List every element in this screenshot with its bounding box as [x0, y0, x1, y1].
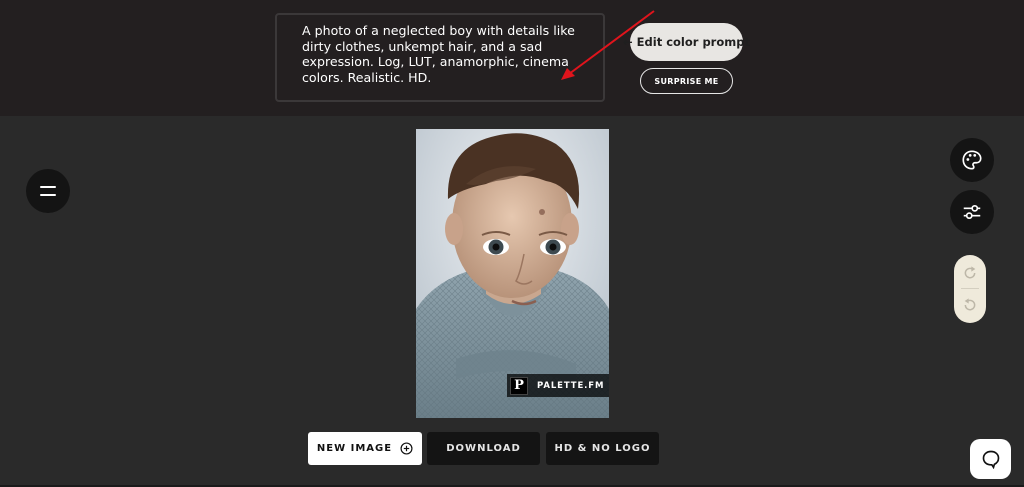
new-image-label: NEW IMAGE	[316, 443, 393, 454]
generated-image: P PALETTE.FM	[416, 129, 609, 418]
divider	[961, 288, 979, 290]
color-palette-button[interactable]	[950, 138, 994, 182]
adjust-settings-button[interactable]	[950, 190, 994, 234]
prompt-text[interactable]: A photo of a neglected boy with details …	[302, 23, 587, 85]
palette-watermark-text: PALETTE.FM	[537, 380, 605, 391]
chat-bubble-icon	[982, 450, 999, 469]
download-button[interactable]: DOWNLOAD	[427, 432, 540, 465]
redo-button[interactable]	[958, 261, 982, 285]
plus-circle-icon	[400, 442, 413, 455]
hd-no-logo-button[interactable]: HD & NO LOGO	[546, 432, 659, 465]
new-image-button[interactable]: NEW IMAGE	[308, 432, 422, 465]
sliders-icon	[963, 204, 981, 220]
chat-support-button[interactable]	[970, 439, 1011, 479]
palette-watermark: P PALETTE.FM	[507, 374, 609, 397]
hamburger-menu-icon	[40, 186, 56, 188]
undo-button[interactable]	[958, 293, 982, 317]
history-controls	[954, 255, 986, 323]
palette-logo: P	[510, 376, 528, 395]
top-bar: A photo of a neglected boy with details …	[0, 0, 1024, 116]
menu-button[interactable]	[26, 169, 70, 213]
undo-icon	[964, 298, 976, 311]
palette-icon	[962, 150, 982, 170]
redo-icon	[964, 266, 976, 279]
red-arrow-annotation	[561, 10, 655, 80]
